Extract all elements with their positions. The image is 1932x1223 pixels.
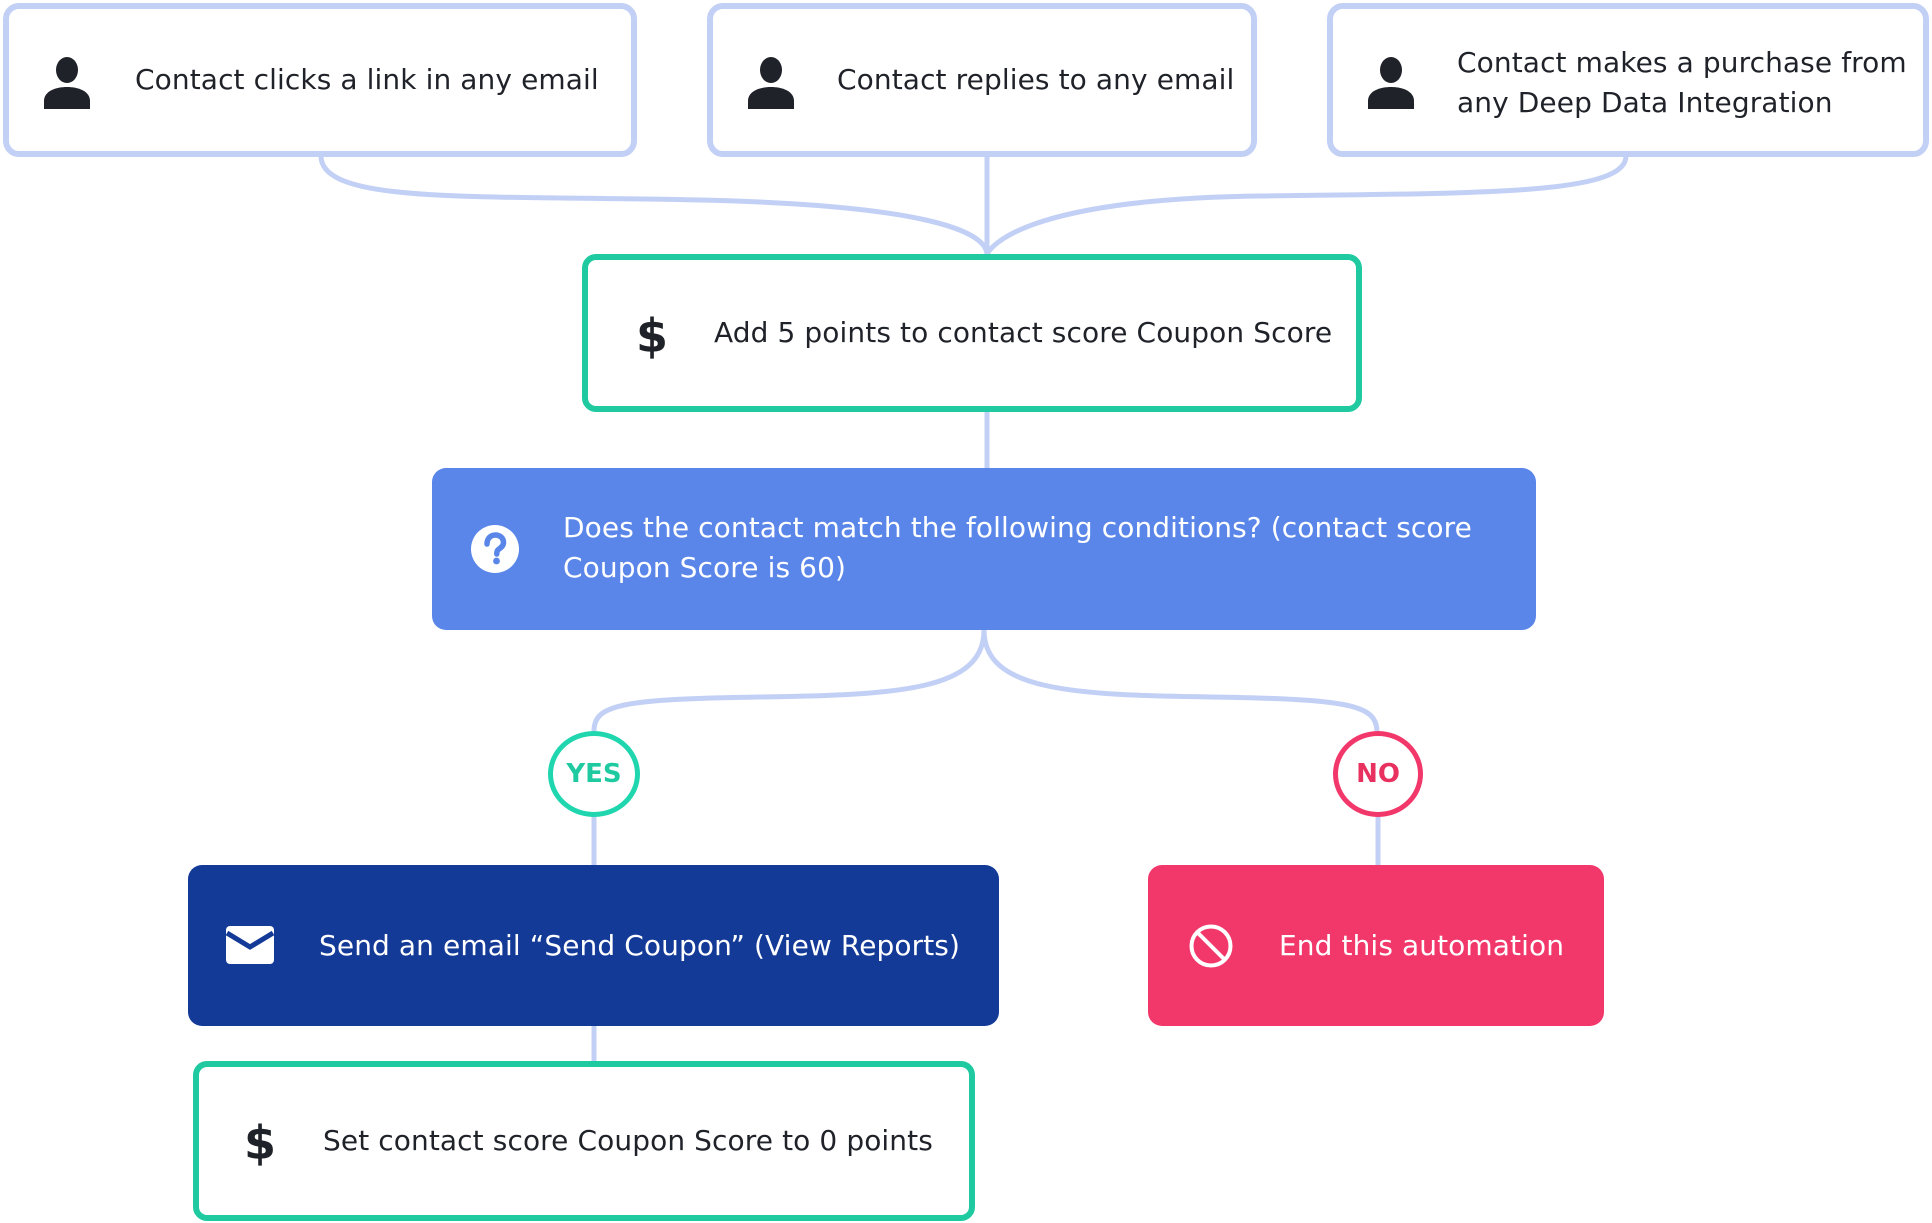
send-email-label: Send an email “Send Coupon” (View Report…: [319, 928, 961, 962]
trigger-label: Contact replies to any email: [837, 63, 1235, 96]
condition-label-line1: Does the contact match the following con…: [563, 511, 1472, 544]
no-branch-badge: NO: [1333, 731, 1423, 817]
connector-condition-to-no: [981, 629, 1380, 732]
connector-trigger3-to-add-points: [984, 155, 1629, 256]
envelope-icon: [226, 926, 274, 964]
trigger-label: Contact clicks a link in any email: [135, 63, 599, 96]
person-icon: [41, 57, 93, 109]
yes-branch-badge: YES: [548, 731, 640, 817]
action-node-end-automation[interactable]: End this automation: [1148, 865, 1604, 1026]
connector-trigger1-to-add-points: [318, 155, 990, 255]
trigger-node-purchase[interactable]: Contact makes a purchase from any Deep D…: [1327, 3, 1929, 157]
action-node-add-points[interactable]: $ Add 5 points to contact score Coupon S…: [582, 254, 1362, 412]
prohibited-icon: [1188, 923, 1234, 969]
trigger-node-reply[interactable]: Contact replies to any email: [707, 3, 1257, 157]
trigger-label-line1: Contact makes a purchase from: [1457, 46, 1907, 79]
condition-label-line2: Coupon Score is 60): [563, 551, 847, 584]
connector-condition-to-yes: [591, 629, 987, 732]
end-automation-label: End this automation: [1279, 928, 1565, 962]
dollar-icon: $: [243, 1116, 276, 1170]
action-node-set-score[interactable]: $ Set contact score Coupon Score to 0 po…: [193, 1061, 975, 1221]
question-icon: [470, 524, 520, 574]
person-icon: [1365, 57, 1417, 109]
trigger-label-line2: any Deep Data Integration: [1457, 86, 1833, 119]
condition-node[interactable]: Does the contact match the following con…: [432, 468, 1536, 630]
set-score-label: Set contact score Coupon Score to 0 poin…: [323, 1124, 933, 1157]
action-node-send-email[interactable]: Send an email “Send Coupon” (View Report…: [188, 865, 999, 1026]
trigger-node-link-click[interactable]: Contact clicks a link in any email: [3, 3, 637, 157]
dollar-icon: $: [635, 309, 668, 363]
add-points-label: Add 5 points to contact score Coupon Sco…: [714, 316, 1333, 349]
person-icon: [745, 57, 797, 109]
